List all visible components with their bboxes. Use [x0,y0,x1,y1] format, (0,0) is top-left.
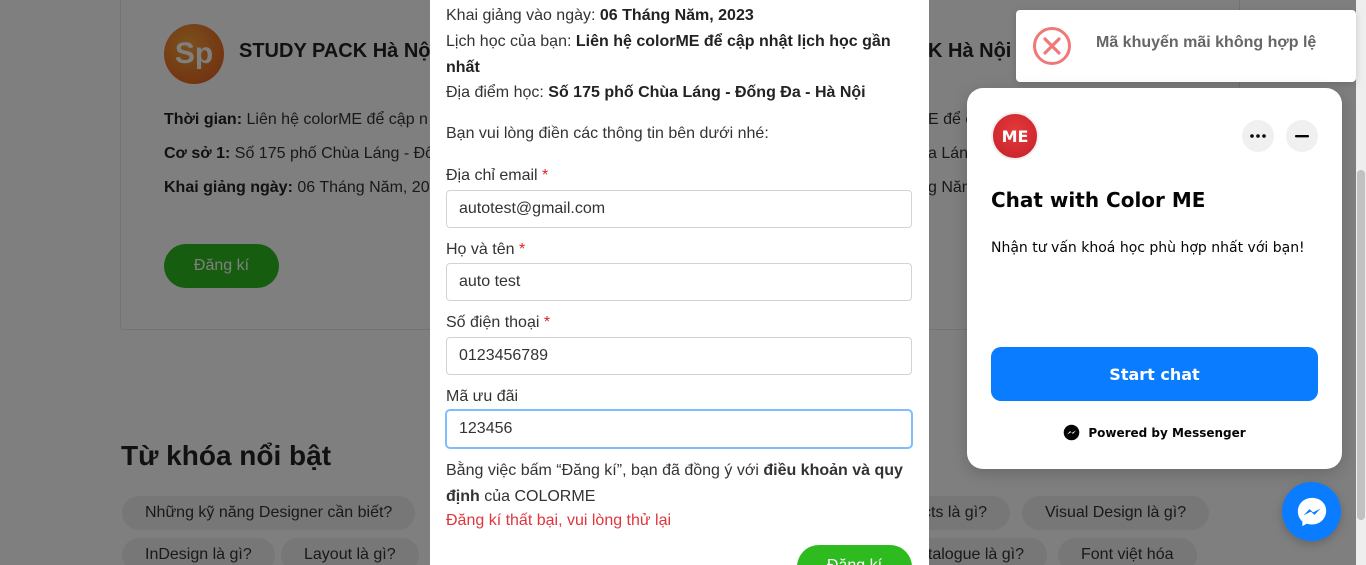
name-label: Họ và tên * [446,241,526,258]
messenger-icon [1064,424,1080,441]
messenger-icon [1297,497,1326,526]
promo-label: Mã ưu đãi [446,388,519,405]
phone-label: Số điện thoại * [446,314,551,331]
form-instruction: Bạn vui lòng điền các thông tin bên dưới… [446,125,769,142]
colorme-avatar: ME [991,112,1039,160]
submit-register-button[interactable]: Đăng kí [797,545,912,565]
registration-error: Đăng kí thất bại, vui lòng thử lại [446,512,672,529]
start-chat-button[interactable]: Start chat [991,347,1318,401]
terms-text: Bằng việc bấm “Đăng kí”, bạn đã đồng ý v… [446,462,903,505]
page-scrollbar[interactable] [1356,0,1366,565]
email-label: Địa chỉ email * [446,167,549,184]
registration-modal: Khai giảng vào ngày: 06 Tháng Năm, 2023 … [430,0,929,565]
powered-by-messenger: Powered by Messenger [967,424,1342,441]
scrollbar-thumb[interactable] [1357,170,1365,520]
minimize-button[interactable] [1286,120,1318,152]
more-options-button[interactable] [1242,120,1274,152]
error-x-icon [1033,27,1071,65]
toast-message: Mã khuyến mãi không hợp lệ [1096,34,1317,51]
minimize-icon [1295,134,1309,137]
start-date-info: Khai giảng vào ngày: 06 Tháng Năm, 2023 [446,7,754,24]
more-icon [1250,134,1266,138]
chat-subtitle: Nhận tư vấn khoá học phù hợp nhất với bạ… [991,240,1305,256]
promo-code-field[interactable] [446,410,912,448]
chat-title: Chat with Color ME [991,188,1206,212]
name-field[interactable] [446,263,912,301]
messenger-chat-widget: ME Chat with Color ME Nhận tư vấn khoá h… [967,88,1342,469]
error-toast: Mã khuyến mãi không hợp lệ [1016,10,1356,82]
location-info: Địa điểm học: Số 175 phố Chùa Láng - Đốn… [446,84,866,101]
email-field[interactable] [446,190,912,228]
phone-field[interactable] [446,337,912,375]
schedule-info: Lịch học của bạn: Liên hệ colorME để cập… [446,33,891,76]
messenger-launcher-button[interactable] [1282,482,1341,541]
